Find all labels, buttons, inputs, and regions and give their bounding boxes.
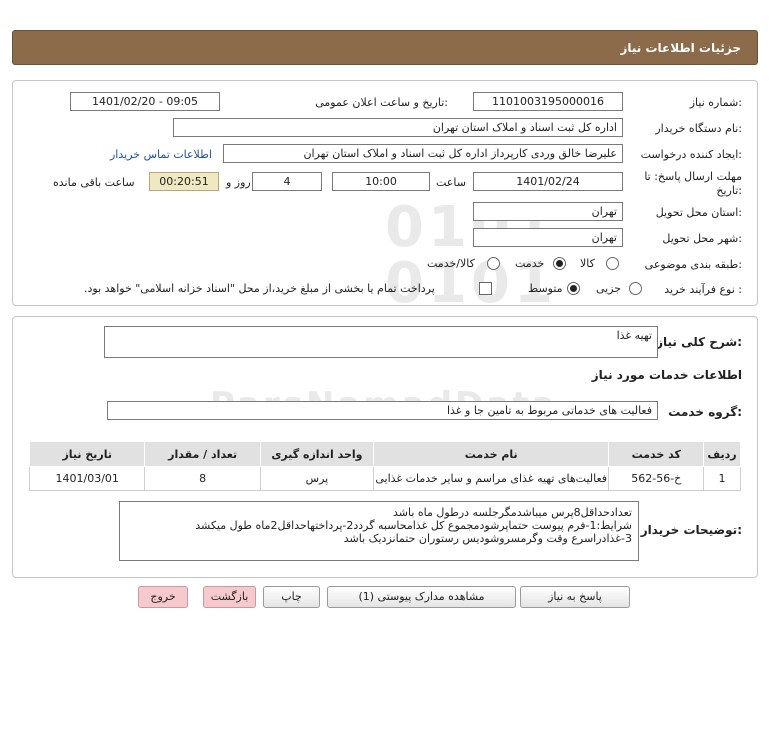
page-header: جزئیات اطلاعات نیاز xyxy=(12,30,758,65)
deadline-time-label: ساعت xyxy=(436,176,466,189)
buyer-notes-box: تعدادحداقل8پرس میباشدمگرجلسه درطول ماه ب… xyxy=(119,501,639,561)
city-field: تهران xyxy=(473,228,623,247)
print-button[interactable]: چاپ xyxy=(263,586,320,608)
table-header-row: ردیف کد خدمت نام خدمت واحد اندازه گیری ت… xyxy=(28,441,741,467)
category-goods-service-radio[interactable] xyxy=(487,257,500,270)
reply-button[interactable]: پاسخ به نیاز xyxy=(520,586,630,608)
purchase-minor-label: جزیی xyxy=(596,282,622,295)
city-label: شهر محل تحویل: xyxy=(662,232,742,245)
purchase-type-label: نوع فرآیند خرید : xyxy=(664,283,742,296)
col-row-number: ردیف xyxy=(703,441,741,467)
deadline-date-label: تاریخ: xyxy=(716,184,742,197)
category-goods-radio[interactable] xyxy=(606,257,619,270)
creator-field: علیرضا خالق وردی کارپرداز اداره کل ثبت ا… xyxy=(223,144,623,163)
category-goods-label: کالا xyxy=(580,257,595,270)
buyer-notes-line-3: 3-غذادراسرع وقت وگرمسروشودیس رستوران حتم… xyxy=(343,532,632,545)
remaining-time-field: 00:20:51 xyxy=(149,172,219,191)
province-label: استان محل تحویل: xyxy=(655,206,742,219)
page-title: جزئیات اطلاعات نیاز xyxy=(620,41,741,55)
services-table: ردیف کد خدمت نام خدمت واحد اندازه گیری ت… xyxy=(28,441,741,491)
purchase-medium-label: متوسط xyxy=(528,282,563,295)
col-quantity: تعداد / مقدار xyxy=(144,441,261,467)
cell-quantity: 8 xyxy=(144,466,261,491)
province-field: تهران xyxy=(473,202,623,221)
cell-service-code: خ-56-562 xyxy=(608,466,705,491)
treasury-payment-checkbox[interactable] xyxy=(479,282,492,295)
summary-label: شرح کلی نیاز: xyxy=(656,335,742,349)
cell-service-name: فعالیت‌های تهیه غذای مراسم و سایر خدمات … xyxy=(372,466,610,491)
service-group-field: فعالیت های خدماتی مربوط به تامین جا و غذ… xyxy=(107,401,658,420)
buyer-notes-line-1: تعدادحداقل8پرس میباشدمگرجلسه درطول ماه ب… xyxy=(393,506,632,519)
purchase-minor-radio[interactable] xyxy=(629,282,642,295)
buyer-contact-link[interactable]: اطلاعات تماس خریدار xyxy=(110,148,212,161)
cell-need-date: 1401/03/01 xyxy=(28,466,146,491)
need-info-panel xyxy=(12,80,758,306)
purchase-medium-radio[interactable] xyxy=(567,282,580,295)
buyer-label: نام دستگاه خریدار: xyxy=(655,122,742,135)
category-label: طبقه بندی موضوعی: xyxy=(644,258,742,271)
view-attachments-button[interactable]: مشاهده مدارک پیوستی (1) xyxy=(327,586,516,608)
table-row: 1 خ-56-562 فعالیت‌های تهیه غذای مراسم و … xyxy=(28,466,741,491)
category-service-radio[interactable] xyxy=(553,257,566,270)
deadline-label: مهلت ارسال پاسخ: تا xyxy=(644,170,742,183)
back-button[interactable]: بازگشت xyxy=(203,586,256,608)
col-service-name: نام خدمت xyxy=(372,441,610,467)
col-unit: واحد اندازه گیری xyxy=(259,441,374,467)
exit-button[interactable]: خروج xyxy=(138,586,188,608)
services-heading: اطلاعات خدمات مورد نیاز xyxy=(591,368,742,382)
deadline-date-field: 1401/02/24 xyxy=(473,172,623,191)
need-number-field: 1101003195000016 xyxy=(473,92,623,111)
category-service-label: خدمت xyxy=(515,257,545,270)
creator-label: ایجاد کننده درخواست: xyxy=(640,148,742,161)
announce-date-field: 1401/02/20 - 09:05 xyxy=(70,92,220,111)
treasury-payment-note: پرداخت تمام یا بخشی از مبلغ خرید،از محل … xyxy=(84,282,435,295)
summary-field: تهیه غذا xyxy=(104,326,658,358)
cell-unit: پرس xyxy=(259,466,374,491)
deadline-time-field: 10:00 xyxy=(332,172,430,191)
days-field: 4 xyxy=(252,172,322,191)
category-goods-service-label: کالا/خدمت xyxy=(427,257,475,270)
service-group-label: گروه خدمت: xyxy=(668,405,742,419)
days-label: روز و xyxy=(226,176,251,189)
cell-row-number: 1 xyxy=(703,466,741,491)
need-number-label: شماره نیاز: xyxy=(689,96,742,109)
buyer-field: اداره کل ثبت اسناد و املاک استان تهران xyxy=(173,118,623,137)
col-need-date: تاریخ نیاز xyxy=(28,441,146,467)
buyer-notes-line-2: شرایط:1-فرم پیوست حتماپرشودمجموع کل غذام… xyxy=(195,519,632,532)
col-service-code: کد خدمت xyxy=(608,441,705,467)
buyer-notes-label: توضیحات خریدار: xyxy=(640,523,742,537)
announce-date-label: تاریخ و ساعت اعلان عمومی: xyxy=(315,96,448,109)
remaining-time-label: ساعت باقی مانده xyxy=(53,176,135,189)
